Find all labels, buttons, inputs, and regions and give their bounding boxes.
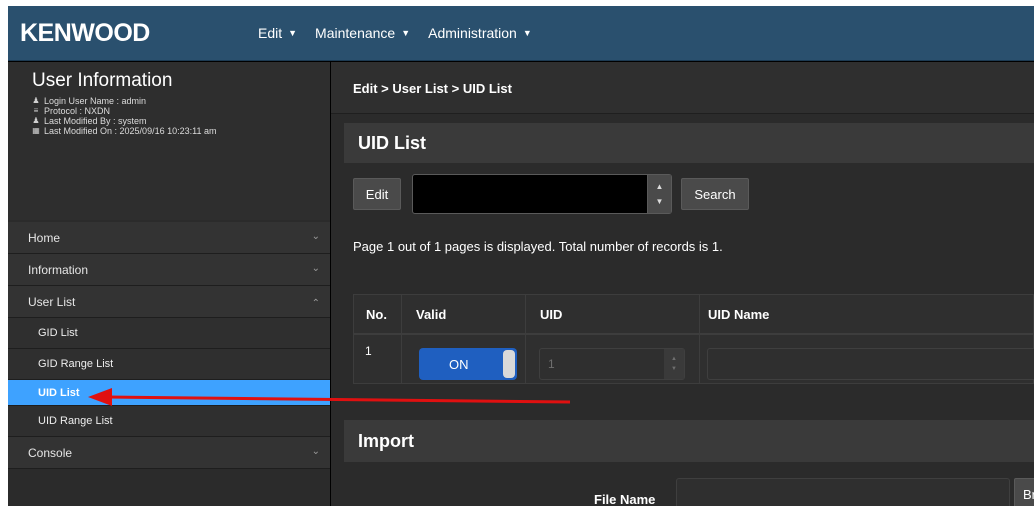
- uid-list-header: UID List: [344, 123, 1034, 163]
- sidebar-subitem-gid-list[interactable]: GID List: [8, 318, 330, 349]
- chevron-down-icon: ⌄: [311, 231, 320, 242]
- uid-stepper[interactable]: 1 ▲ ▼: [539, 348, 685, 380]
- sidebar-item-console[interactable]: Console ⌄: [8, 437, 330, 469]
- edit-button[interactable]: Edit: [353, 178, 401, 210]
- caret-down-icon: ▼: [655, 197, 664, 206]
- brand-logo: KENWOOD: [20, 19, 150, 47]
- breadcrumb-bar: Edit > User List > UID List: [331, 62, 1034, 114]
- sidebar-item-label: Console: [28, 445, 73, 460]
- main-content: Edit > User List > UID List UID List Edi…: [331, 62, 1034, 506]
- protocol-text: Protocol : NXDN: [44, 106, 111, 116]
- login-user-text: Login User Name : admin: [44, 96, 147, 106]
- sidebar-subitem-label: GID List: [38, 327, 78, 339]
- nav-administration[interactable]: Administration ▼: [428, 25, 532, 41]
- caret-up-icon: ▲: [671, 356, 677, 362]
- file-name-input[interactable]: [676, 478, 1010, 506]
- uid-name-input[interactable]: [707, 348, 1034, 380]
- select-spinner[interactable]: ▲ ▼: [647, 175, 671, 213]
- chevron-up-icon: ⌃: [311, 298, 320, 309]
- toggle-label: ON: [449, 357, 469, 372]
- sidebar-item-user-list[interactable]: User List ⌃: [8, 286, 330, 318]
- main-nav: Edit ▼ Maintenance ▼ Administration ▼: [258, 25, 532, 41]
- page-info: Page 1 out of 1 pages is displayed. Tota…: [353, 239, 723, 254]
- file-name-label: File Name: [594, 492, 656, 506]
- sidebar-item-label: Home: [28, 230, 61, 245]
- sidebar: User Information ♟ Login User Name : adm…: [8, 62, 330, 506]
- nav-maintenance-label: Maintenance: [315, 25, 396, 41]
- table-header: No. Valid UID UID Name: [353, 294, 1034, 334]
- breadcrumb: Edit > User List > UID List: [353, 81, 512, 96]
- sidebar-subitem-label: UID List: [38, 386, 80, 399]
- sidebar-item-label: User List: [28, 294, 76, 309]
- calendar-icon: ▦: [32, 126, 40, 135]
- app-window: KENWOOD Edit ▼ Maintenance ▼ Administrat…: [8, 6, 1034, 506]
- caret-down-icon: ▼: [288, 28, 298, 38]
- user-info-title: User Information: [32, 70, 173, 91]
- caret-up-icon: ▲: [655, 182, 664, 191]
- caret-down-icon: ▼: [671, 366, 677, 372]
- import-header: Import: [344, 420, 1034, 462]
- sidebar-subitem-label: GID Range List: [38, 358, 114, 370]
- column-divider: [525, 294, 526, 384]
- uid-list-title: UID List: [358, 132, 427, 153]
- valid-toggle[interactable]: ON: [419, 348, 517, 380]
- search-select[interactable]: ▲ ▼: [412, 174, 672, 214]
- sidebar-item-label: Information: [28, 262, 89, 277]
- uid-value: 1: [548, 357, 555, 371]
- row-number: 1: [365, 344, 372, 358]
- sidebar-item-information[interactable]: Information ⌄: [8, 254, 330, 286]
- caret-down-icon: ▼: [522, 28, 532, 38]
- sidebar-subitem-gid-range-list[interactable]: GID Range List: [8, 349, 330, 380]
- login-user-line: ♟ Login User Name : admin: [32, 96, 216, 106]
- column-divider: [699, 294, 700, 384]
- modified-by-text: Last Modified By : system: [44, 116, 147, 126]
- column-header-uid: UID: [540, 307, 563, 322]
- sidebar-menu: Home ⌄ Information ⌄ User List ⌃ GID Lis…: [8, 222, 330, 469]
- chevron-down-icon: ⌄: [311, 446, 320, 457]
- user-icon: ♟: [32, 116, 40, 125]
- column-header-no: No.: [366, 307, 387, 322]
- browse-button[interactable]: Br: [1014, 478, 1034, 506]
- column-divider: [401, 294, 402, 384]
- modified-by-line: ♟ Last Modified By : system: [32, 116, 216, 126]
- list-icon: ≡: [33, 106, 39, 115]
- user-info-lines: ♟ Login User Name : admin ≡ Protocol : N…: [32, 96, 216, 136]
- top-navbar: KENWOOD Edit ▼ Maintenance ▼ Administrat…: [8, 6, 1034, 61]
- user-icon: ♟: [32, 96, 40, 105]
- uid-spinner[interactable]: ▲ ▼: [664, 349, 684, 379]
- protocol-line: ≡ Protocol : NXDN: [32, 106, 216, 116]
- sidebar-item-home[interactable]: Home ⌄: [8, 222, 330, 254]
- toggle-knob: [503, 350, 515, 378]
- column-header-uid-name: UID Name: [708, 307, 770, 322]
- nav-edit[interactable]: Edit ▼: [258, 25, 297, 41]
- sidebar-subitem-uid-range-list[interactable]: UID Range List: [8, 406, 330, 437]
- sidebar-subitem-label: UID Range List: [38, 415, 113, 427]
- search-button[interactable]: Search: [681, 178, 749, 210]
- caret-down-icon: ▼: [401, 28, 411, 38]
- import-title: Import: [358, 430, 414, 451]
- modified-on-text: Last Modified On : 2025/09/16 10:23:11 a…: [44, 126, 217, 136]
- modified-on-line: ▦ Last Modified On : 2025/09/16 10:23:11…: [32, 126, 216, 136]
- user-info-panel: User Information ♟ Login User Name : adm…: [8, 62, 330, 220]
- nav-administration-label: Administration: [428, 25, 517, 41]
- nav-maintenance[interactable]: Maintenance ▼: [315, 25, 410, 41]
- chevron-down-icon: ⌄: [311, 263, 320, 274]
- nav-edit-label: Edit: [258, 25, 283, 41]
- column-header-valid: Valid: [416, 307, 447, 322]
- sidebar-subitem-uid-list[interactable]: UID List: [8, 380, 330, 406]
